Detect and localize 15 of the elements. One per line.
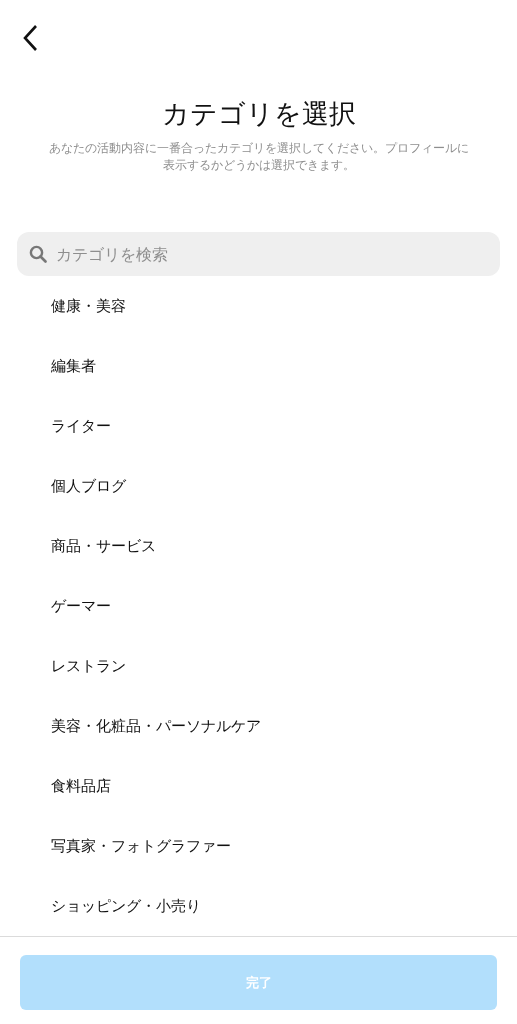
category-item[interactable]: 商品・サービス [51,536,156,556]
page-title: カテゴリを選択 [160,97,357,131]
category-item[interactable]: ゲーマー [51,596,111,616]
back-icon[interactable] [22,24,38,52]
category-item[interactable]: 写真家・フォトグラファー [51,836,231,856]
category-item[interactable]: 個人ブログ [51,476,126,496]
description-text: あなたの活動内容に一番合ったカテゴリを選択してください。プロフィールに表示するかどうかは選択できます。 [47,140,470,174]
category-item[interactable]: レストラン [51,656,126,676]
category-item[interactable]: 健康・美容 [51,296,126,316]
category-item[interactable]: 食料品店 [51,776,111,796]
search-field[interactable]: カテゴリを検索 [17,232,500,276]
category-item[interactable]: 美容・化粧品・パーソナルケア [51,716,261,736]
category-item[interactable]: ショッピング・小売り [51,896,201,916]
category-item[interactable]: ライター [51,416,111,436]
category-item[interactable]: 編集者 [51,356,96,376]
